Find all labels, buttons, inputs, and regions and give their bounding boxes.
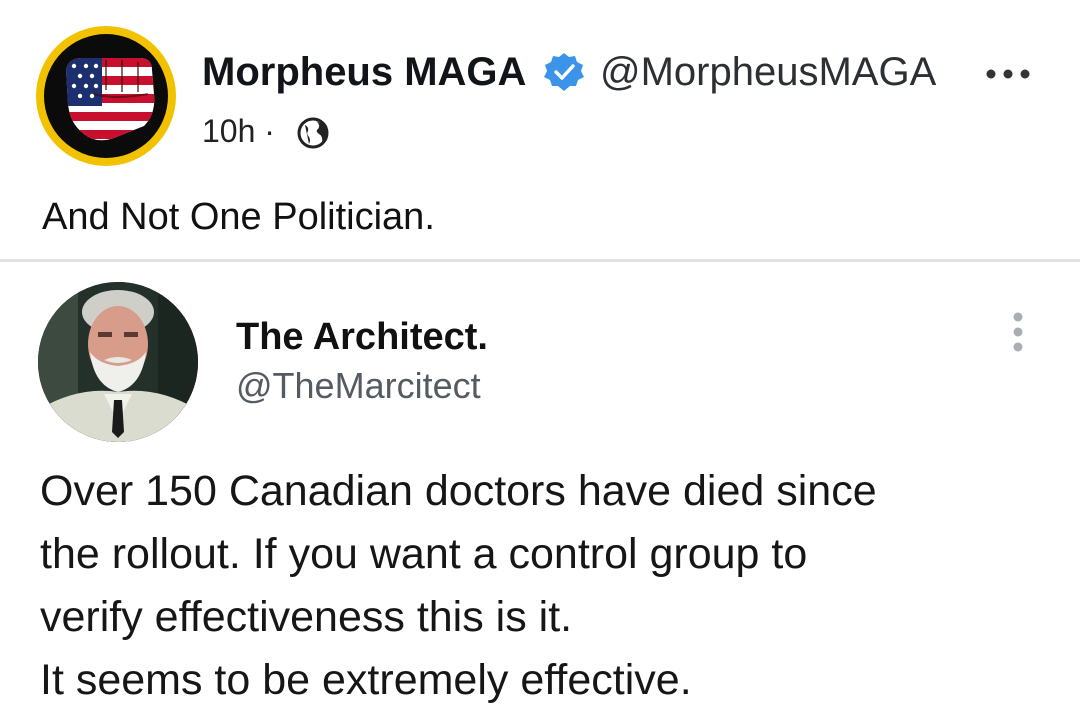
quoted-text-line: verify effectiveness this is it.: [40, 593, 573, 641]
author-handle[interactable]: @MorpheusMAGA: [600, 50, 936, 95]
main-post: Morpheus MAGA @MorpheusMAGA 10h · And No…: [0, 0, 1080, 262]
quoted-text-line: Over 150 Canadian doctors have died sinc…: [40, 467, 877, 515]
quoted-tweet-text: Over 150 Canadian doctors have died sinc…: [40, 460, 1060, 712]
quoted-author-handle: @TheMarcitect: [236, 365, 481, 406]
globe-icon: [297, 117, 329, 149]
meta-separator: ·: [264, 113, 275, 149]
author-name[interactable]: Morpheus MAGA: [202, 50, 526, 95]
quoted-text-line: the rollout. If you want a control group…: [40, 530, 808, 578]
verified-badge-icon: [544, 53, 584, 91]
post-time[interactable]: 10h: [202, 113, 255, 149]
post-meta: 10h ·: [202, 113, 275, 150]
fist-flag-icon: [66, 58, 155, 141]
more-horizontal-icon[interactable]: [984, 68, 1032, 80]
post-text: And Not One Politician.: [42, 196, 435, 238]
quoted-text-line: It seems to be extremely effective.: [40, 656, 692, 704]
fist-flag-avatar-image: [44, 34, 168, 158]
quoted-author-name: The Architect.: [236, 316, 488, 358]
quoted-author-avatar: [38, 282, 198, 442]
bearded-man-avatar-icon: [38, 282, 198, 442]
quoted-tweet-image[interactable]: The Architect. @TheMarcitect Over 150 Ca…: [0, 262, 1080, 714]
author-avatar[interactable]: [36, 26, 176, 166]
more-vertical-icon: [1013, 312, 1023, 352]
